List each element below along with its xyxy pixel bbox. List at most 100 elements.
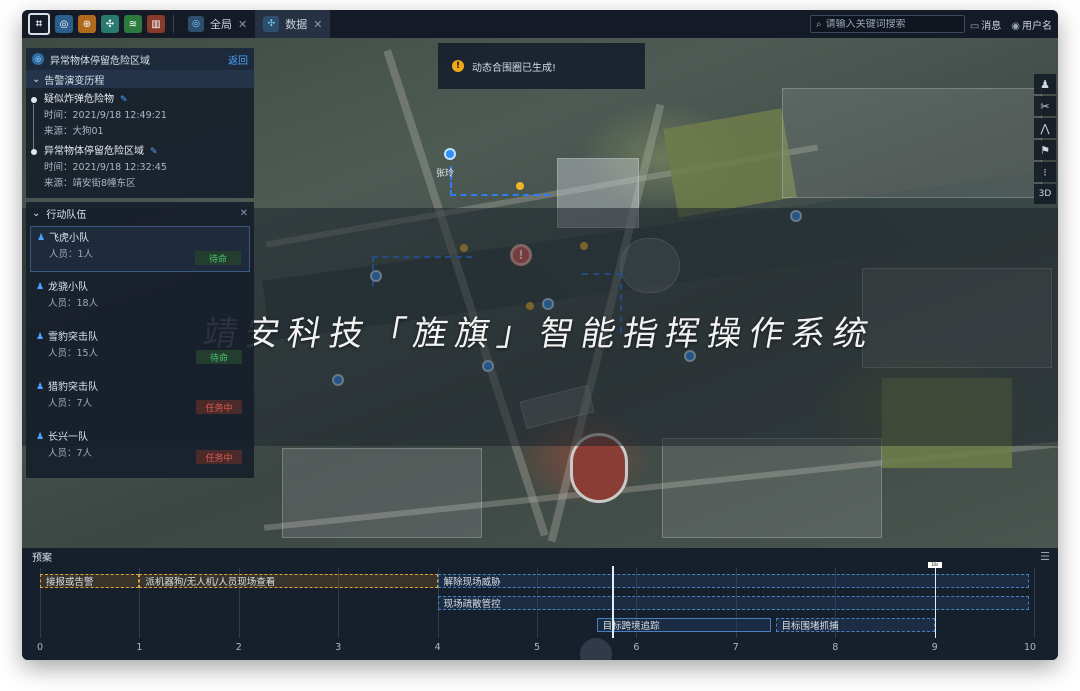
building-cluster — [782, 88, 1042, 198]
teams-list: ♟ 飞虎小队 人员：1人 待命 ♟ 龙骁小队 人员：18人 ♟ 雪豹突击队 人员：15人 待命 ♟ 猎豹… — [26, 224, 254, 478]
globe-tool-icon[interactable]: ◎ — [55, 15, 73, 33]
tick-label: 9 — [931, 642, 938, 653]
user-menu[interactable]: ◉ 用户名 — [1011, 17, 1052, 32]
target-tool-icon[interactable]: ⊕ — [78, 15, 96, 33]
search-box[interactable]: ⌕ — [810, 15, 965, 33]
tab-label: 数据 — [285, 18, 308, 31]
network-tool-icon[interactable]: ✣ — [101, 15, 119, 33]
plan-task-bar[interactable]: 接报或告警 — [40, 574, 140, 588]
search-input[interactable] — [825, 18, 956, 30]
sports-field — [663, 108, 797, 218]
traffic-light-icon[interactable]: ⁝ — [1034, 162, 1056, 182]
plan-task-bar[interactable]: 目标跨境追踪 — [596, 618, 771, 632]
timeline-time: 时间：2021/9/18 12:32:45 — [44, 162, 167, 173]
network-icon: ✣ — [263, 16, 280, 32]
team-count: 人员：18人 — [48, 298, 99, 309]
globe-icon: ◎ — [32, 53, 44, 65]
team-name: 龙骁小队 — [48, 282, 88, 293]
divider — [173, 15, 174, 33]
top-bar-right: ▭ 消息 ◉ 用户名 — [970, 10, 1052, 38]
status-badge: 待命 — [196, 350, 242, 364]
tab-1[interactable]: ✣ 数据 ✕ — [255, 10, 331, 38]
user-label: 用户名 — [1022, 20, 1052, 32]
map-marker[interactable] — [444, 148, 456, 160]
teams-header: ⌄ 行动队伍 ✕ — [26, 202, 254, 224]
person-icon: ♟ — [37, 233, 46, 243]
top-bar: ⌗ ◎ ⊕ ✣ ≋ ▥ ◎ 全局 ✕ ✣ 数据 ✕ ⌕ ▭消息 ◉用户名 — [22, 10, 1058, 38]
message-icon: ▭ — [969, 20, 980, 32]
timeline-line — [33, 104, 34, 152]
panel-header: ◎ 异常物体停留危险区域 返回 — [26, 48, 254, 70]
tick-label: 6 — [633, 642, 640, 653]
person-icon: ♟ — [36, 382, 45, 392]
plan-task-bar[interactable]: 现场疏散管控 — [437, 596, 1030, 610]
plan-task-bar[interactable]: 解除现场威胁 — [437, 574, 1030, 588]
timeline-end-marker — [934, 566, 936, 638]
person-icon: ♟ — [36, 432, 45, 442]
map-marker-label: 张玲 — [436, 169, 455, 179]
grid-line — [1034, 568, 1035, 638]
timeline-item: 异常物体停留危险区域 ✎ 时间：2021/9/18 12:32:45 来源：靖安街8幢… — [31, 144, 248, 192]
edit-icon[interactable]: ✎ — [120, 92, 128, 108]
tab-label: 全局 — [210, 18, 232, 31]
timeline-dot — [31, 97, 37, 103]
timeline-title: 异常物体停留危险区域 ✎ — [44, 144, 248, 160]
buildings-tool-icon[interactable]: ▥ — [147, 15, 165, 33]
globe-icon: ◎ — [188, 16, 204, 32]
menu-icon[interactable]: ☰ — [1040, 550, 1050, 563]
tick-label: 0 — [37, 642, 44, 653]
layers-tool-icon[interactable]: ≋ — [124, 15, 142, 33]
right-toolbar: ♟ ✂ ⋀ ⚑ ⁝ 3D — [1034, 74, 1056, 204]
team-row[interactable]: ♟ 龙骁小队人员：18人 — [30, 276, 250, 322]
app-logo-icon[interactable]: ⌗ — [28, 13, 50, 35]
team-name: 猎豹突击队 — [48, 382, 98, 393]
status-badge: 任务中 — [196, 400, 242, 414]
history-header[interactable]: ⌄ 告警演变历程 — [26, 70, 254, 88]
tick-label: 8 — [832, 642, 839, 653]
chevron-down-icon[interactable]: ⌄ — [32, 208, 40, 219]
waypoint-marker — [516, 182, 524, 190]
close-icon[interactable]: ✕ — [238, 18, 247, 31]
team-row[interactable]: ♟ 飞虎小队 人员：1人 待命 — [30, 226, 250, 272]
close-icon[interactable]: ✕ — [240, 208, 248, 219]
user-icon: ◉ — [1011, 20, 1020, 32]
close-icon[interactable]: ✕ — [313, 18, 322, 31]
status-badge: 任务中 — [196, 450, 242, 464]
timeline-cursor[interactable] — [611, 566, 614, 638]
alert-detail-section: ◎ 异常物体停留危险区域 返回 ⌄ 告警演变历程 疑似炸弹危险物 ✎ 时间：2021… — [26, 48, 254, 198]
tab-0[interactable]: ◎ 全局 ✕ — [180, 10, 255, 38]
timeline-title-text: 异常物体停留危险区域 — [44, 146, 144, 157]
team-row[interactable]: ♟ 雪豹突击队 人员：15人 待命 — [30, 326, 250, 372]
timeline-source: 来源：靖安街8幢东区 — [44, 178, 136, 189]
plan-task-bar[interactable]: 目标围堵抓捕 — [775, 618, 935, 632]
tab-bar: ◎ 全局 ✕ ✣ 数据 ✕ — [180, 10, 331, 38]
left-panel: ◎ 异常物体停留危险区域 返回 ⌄ 告警演变历程 疑似炸弹危险物 ✎ 时间：2021… — [26, 48, 254, 493]
messages-button[interactable]: ▭ 消息 — [970, 17, 1001, 32]
teams-title: 行动队伍 — [46, 209, 87, 221]
panel-title: 异常物体停留危险区域 — [50, 55, 150, 67]
timeline-time: 时间：2021/9/18 12:49:21 — [44, 110, 167, 121]
app-window: ⌗ ◎ ⊕ ✣ ≋ ▥ ◎ 全局 ✕ ✣ 数据 ✕ ⌕ ▭消息 ◉用户名 张玲 — [22, 10, 1058, 660]
3d-toggle[interactable]: 3D — [1034, 184, 1056, 204]
team-row[interactable]: ♟ 猎豹突击队 人员：7人 任务中 — [30, 376, 250, 422]
person-icon: ♟ — [36, 282, 45, 292]
plan-task-bar[interactable]: 派机器狗/无人机/人员现场查看 — [139, 574, 438, 588]
toolbar-tools: ◎ ⊕ ✣ ≋ ▥ — [50, 15, 165, 33]
hills-icon[interactable]: ⋀ — [1034, 118, 1056, 138]
route-path — [450, 166, 550, 196]
tick-label: 10 — [1024, 642, 1037, 653]
flag-icon[interactable]: ⚑ — [1034, 140, 1056, 160]
play-button[interactable] — [580, 638, 612, 660]
edit-icon[interactable]: ✎ — [150, 144, 158, 160]
timeline-end-flag: 10s — [927, 562, 942, 568]
status-badge: 待命 — [195, 251, 241, 265]
back-button[interactable]: 返回 — [228, 52, 248, 67]
tick-label: 3 — [335, 642, 342, 653]
tick-label: 5 — [534, 642, 541, 653]
person-icon[interactable]: ♟ — [1034, 74, 1056, 94]
building-cluster — [282, 448, 482, 538]
toast-notification: ! 动态合围圈已生成! — [438, 43, 645, 89]
team-row[interactable]: ♟ 长兴一队 人员：7人 任务中 — [30, 426, 250, 472]
scissors-icon[interactable]: ✂ — [1034, 96, 1056, 116]
building-cluster — [662, 438, 882, 538]
